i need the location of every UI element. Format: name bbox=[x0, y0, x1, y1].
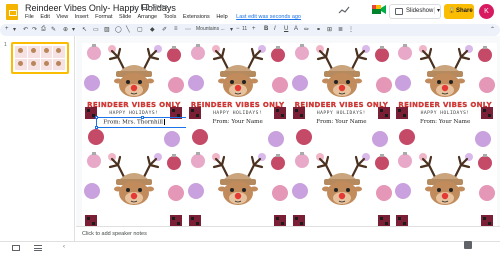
zoom-icon[interactable]: ⊕ bbox=[63, 26, 68, 33]
shape-icon[interactable]: ◯ bbox=[115, 26, 122, 33]
bottom-bar: ‹ bbox=[0, 241, 500, 254]
more-icon[interactable]: ⋮ bbox=[348, 26, 354, 33]
undo-icon[interactable]: ↶ bbox=[23, 26, 28, 33]
menu-insert[interactable]: Insert bbox=[75, 14, 89, 20]
last-edit-link[interactable]: Last edit was seconds ago bbox=[236, 14, 301, 20]
menu-format[interactable]: Format bbox=[95, 14, 112, 20]
comment-add-icon[interactable]: ⊞ bbox=[327, 26, 332, 33]
lock-icon: 🔒 bbox=[448, 8, 456, 14]
text-selection-box[interactable] bbox=[95, 116, 186, 129]
fill-color-icon[interactable]: ◆ bbox=[150, 26, 155, 33]
menu-edit[interactable]: Edit bbox=[40, 14, 49, 20]
menu-tools[interactable]: Tools bbox=[164, 14, 177, 20]
card-greeting: HAPPY HOLIDAYS! bbox=[420, 111, 470, 116]
grid-view-icon[interactable] bbox=[12, 245, 20, 251]
textbox-icon[interactable]: ▭ bbox=[93, 26, 99, 33]
save-status: Saving... bbox=[152, 4, 172, 10]
redo-icon[interactable]: ↷ bbox=[32, 26, 37, 33]
bold-icon[interactable]: B bbox=[264, 26, 268, 32]
border-weight-icon[interactable]: ≡ bbox=[174, 26, 178, 32]
increase-font-icon[interactable]: + bbox=[252, 26, 256, 32]
resize-handle[interactable] bbox=[141, 116, 144, 119]
toolbar: + ▾ ↶ ↷ ⎙ ✎ ⊕ ▾ ↖ ▭ ▨ ◯ ╲ ▢ ◆ ✐ ≡ ⋯ Moun… bbox=[0, 24, 500, 36]
plus-icon[interactable]: + bbox=[5, 26, 9, 32]
share-label: Share bbox=[456, 7, 473, 14]
underline-icon[interactable]: U bbox=[284, 26, 288, 32]
card-artwork bbox=[187, 44, 288, 147]
slide[interactable]: REINDEER VIBES ONLY HAPPY HOLIDAYS! From… bbox=[82, 43, 497, 254]
card-from[interactable]: From: Your Name bbox=[393, 119, 497, 125]
card-from[interactable]: From: Your Name bbox=[290, 119, 394, 125]
card-1-selected[interactable]: REINDEER VIBES ONLY HAPPY HOLIDAYS! From… bbox=[82, 43, 186, 151]
menu-bar: File Edit View Insert Format Slide Arran… bbox=[25, 14, 306, 20]
speaker-notes-placeholder[interactable]: Click to add speaker notes bbox=[82, 231, 147, 237]
collapse-toolbar-icon[interactable]: ⌃ bbox=[490, 26, 495, 33]
filmstrip-view-icon[interactable] bbox=[34, 245, 42, 251]
card-from[interactable]: From: Your Name bbox=[186, 119, 290, 125]
card-artwork bbox=[291, 44, 392, 147]
align-icon[interactable]: ≣ bbox=[338, 26, 343, 33]
card-artwork bbox=[395, 44, 496, 147]
activity-trend-icon[interactable] bbox=[338, 5, 350, 15]
card-greeting: HAPPY HOLIDAYS! bbox=[316, 111, 366, 116]
title-bar: Reindeer Vibes Only- Happy Holidays ☆ Sa… bbox=[0, 0, 500, 24]
card-3[interactable]: REINDEER VIBES ONLY HAPPY HOLIDAYS! From… bbox=[290, 43, 394, 151]
card-4[interactable]: REINDEER VIBES ONLY HAPPY HOLIDAYS! From… bbox=[393, 43, 497, 151]
select-icon[interactable]: ↖ bbox=[82, 26, 87, 33]
image-icon[interactable]: ▨ bbox=[104, 26, 110, 33]
menu-help[interactable]: Help bbox=[216, 14, 227, 20]
text-color-icon[interactable]: A bbox=[294, 26, 298, 32]
line-icon[interactable]: ╲ bbox=[126, 26, 130, 33]
resize-handle[interactable] bbox=[95, 116, 98, 119]
menu-extensions[interactable]: Extensions bbox=[183, 14, 210, 20]
card-2[interactable]: REINDEER VIBES ONLY HAPPY HOLIDAYS! From… bbox=[186, 43, 290, 151]
meet-icon[interactable] bbox=[372, 4, 386, 15]
comment-icon[interactable]: ▢ bbox=[137, 26, 143, 33]
card-title: REINDEER VIBES ONLY bbox=[398, 101, 492, 109]
paint-format-icon[interactable]: ✎ bbox=[51, 26, 56, 33]
resize-handle[interactable] bbox=[95, 126, 98, 129]
italic-icon[interactable]: I bbox=[274, 26, 276, 32]
slide-canvas: REINDEER VIBES ONLY HAPPY HOLIDAYS! From… bbox=[76, 36, 500, 254]
slide-filmstrip: 1 bbox=[0, 36, 75, 241]
explore-icon[interactable] bbox=[464, 241, 472, 249]
slideshow-label: Slideshow bbox=[406, 8, 434, 14]
highlight-icon[interactable]: ✏ bbox=[304, 26, 309, 33]
move-folder-icon[interactable] bbox=[141, 4, 149, 10]
font-size-input[interactable]: 11 bbox=[242, 26, 247, 32]
slide-number: 1 bbox=[4, 42, 7, 48]
avatar[interactable]: K bbox=[479, 4, 494, 19]
slide-thumbnail[interactable] bbox=[11, 42, 69, 74]
menu-view[interactable]: View bbox=[56, 14, 68, 20]
slideshow-button[interactable]: Slideshow ▾ bbox=[389, 4, 441, 19]
card-title: REINDEER VIBES ONLY bbox=[87, 101, 181, 109]
present-icon bbox=[395, 8, 403, 15]
menu-arrange[interactable]: Arrange bbox=[138, 14, 158, 20]
menu-slide[interactable]: Slide bbox=[119, 14, 131, 20]
border-color-icon[interactable]: ✐ bbox=[162, 26, 167, 33]
font-select[interactable]: Mountains ... bbox=[196, 26, 225, 32]
star-icon[interactable]: ☆ bbox=[130, 3, 137, 12]
speaker-notes[interactable]: Click to add speaker notes bbox=[76, 226, 500, 241]
chevron-down-icon[interactable]: ▾ bbox=[230, 26, 233, 33]
card-title: REINDEER VIBES ONLY bbox=[190, 101, 285, 109]
chevron-down-icon[interactable]: ▾ bbox=[434, 7, 440, 14]
chevron-down-icon[interactable]: ▾ bbox=[13, 26, 16, 33]
print-icon[interactable]: ⎙ bbox=[41, 26, 46, 33]
card-artwork bbox=[84, 44, 184, 147]
chevron-down-icon[interactable]: ▾ bbox=[72, 26, 75, 33]
share-button[interactable]: 🔒 Share bbox=[444, 4, 474, 19]
card-title: REINDEER VIBES ONLY bbox=[294, 101, 389, 109]
slides-logo-icon[interactable] bbox=[6, 4, 18, 20]
menu-file[interactable]: File bbox=[25, 14, 34, 20]
collapse-panel-icon[interactable]: ‹ bbox=[63, 244, 65, 250]
decrease-font-icon[interactable]: − bbox=[236, 26, 240, 32]
border-dash-icon[interactable]: ⋯ bbox=[185, 26, 191, 33]
link-icon[interactable]: ⚭ bbox=[316, 26, 321, 33]
card-greeting: HAPPY HOLIDAYS! bbox=[213, 111, 263, 116]
